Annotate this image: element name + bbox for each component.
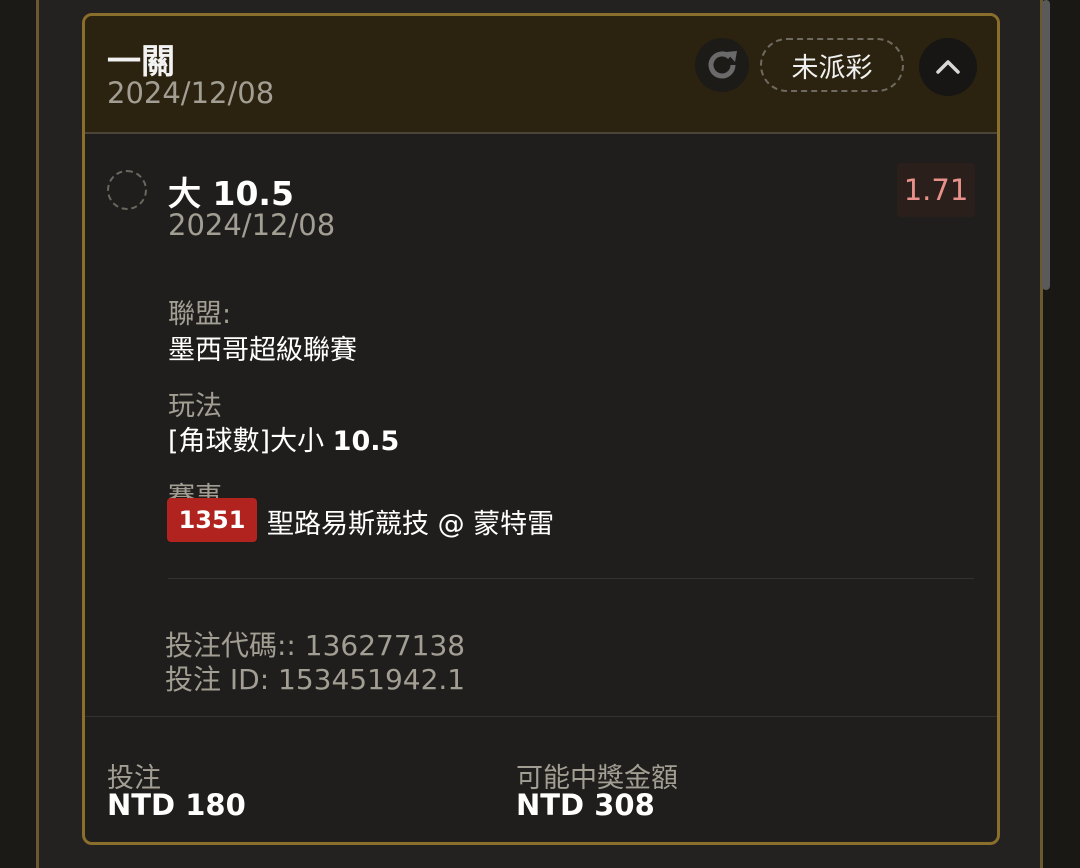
odds-value: 1.71 <box>897 163 975 217</box>
selection-status-circle <box>107 170 147 210</box>
bet-card: 一關 2024/12/08 未派彩 大 10.5 2024/12/08 1.71 <box>82 13 1000 845</box>
league-value: 墨西哥超級聯賽 <box>168 335 357 366</box>
bet-id: 投注 ID: 153451942.1 <box>165 663 466 696</box>
settlement-status-badge: 未派彩 <box>760 38 904 92</box>
stake-value: NTD 180 <box>107 788 246 822</box>
refresh-button[interactable] <box>695 38 749 92</box>
summary-divider <box>85 716 997 717</box>
market-value-number: 10.5 <box>332 426 400 457</box>
bet-date: 2024/12/08 <box>107 76 275 110</box>
refresh-icon <box>708 51 737 79</box>
market-value-text: [角球數]大小 <box>168 426 325 457</box>
scrollbar-thumb[interactable] <box>1042 0 1050 290</box>
potential-payout-value: NTD 308 <box>516 788 655 822</box>
panel-left-border <box>36 0 39 868</box>
market-label: 玩法 <box>168 391 222 422</box>
league-label: 聯盟: <box>168 299 232 330</box>
match-name: 聖路易斯競技 @ 蒙特雷 <box>267 509 555 540</box>
screen: 一關 2024/12/08 未派彩 大 10.5 2024/12/08 1.71 <box>0 0 1080 868</box>
chevron-up-icon <box>936 60 960 74</box>
selection-date: 2024/12/08 <box>168 208 336 242</box>
divider <box>168 578 974 579</box>
match-id-badge: 1351 <box>167 498 257 542</box>
collapse-button[interactable] <box>919 38 977 96</box>
bet-card-header[interactable]: 一關 2024/12/08 未派彩 <box>85 16 997 134</box>
market-value: [角球數]大小 10.5 <box>168 419 399 458</box>
